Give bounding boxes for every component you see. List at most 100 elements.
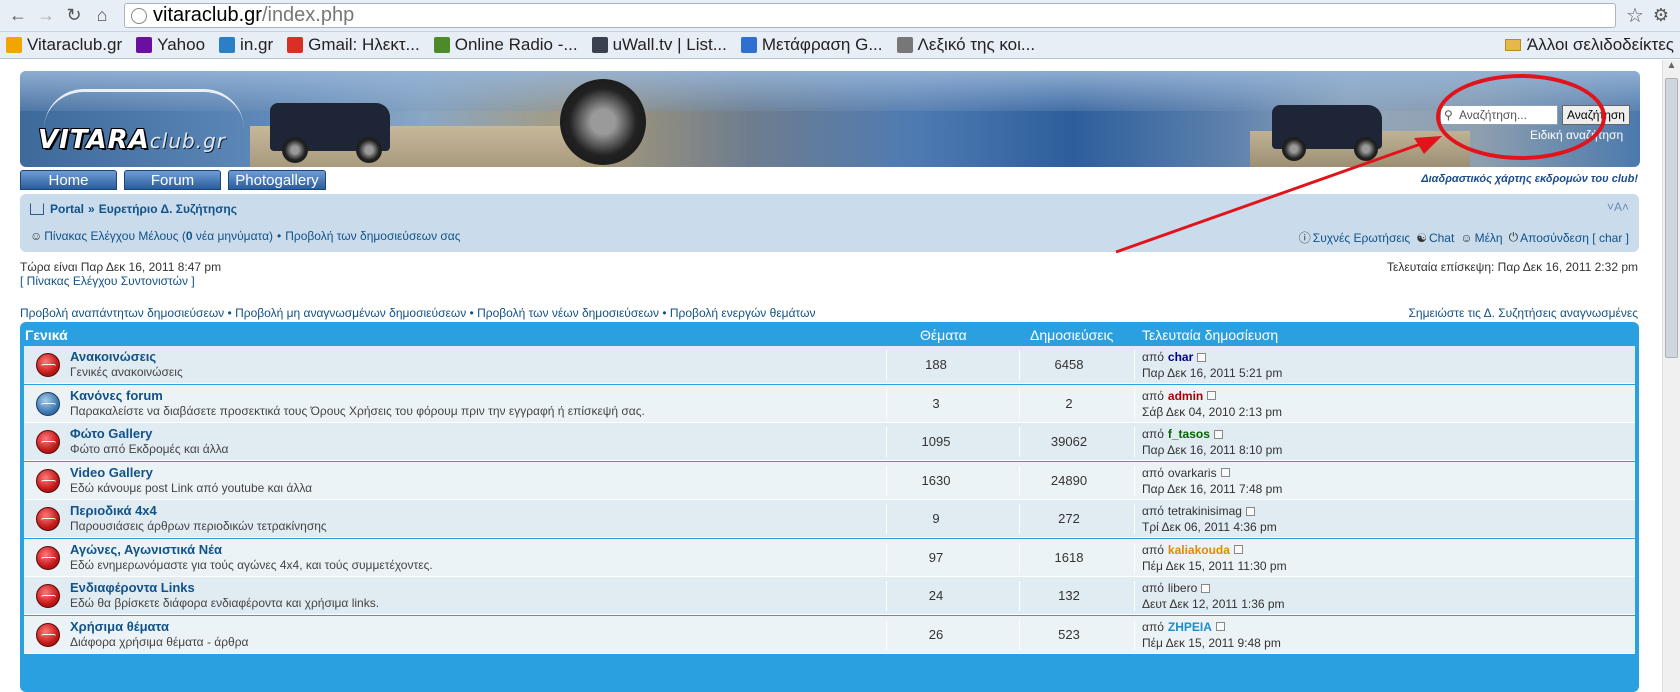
bookmark-item[interactable]: Vitaraclub.gr: [6, 35, 122, 55]
view-latest-post-icon[interactable]: [1201, 583, 1211, 593]
forum-description: Εδώ κάνουμε post Link από youtube και άλ…: [70, 480, 313, 495]
forum-description: Διάφορα χρήσιμα θέματα - άρθρα: [70, 634, 249, 649]
bookmark-label: Vitaraclub.gr: [27, 35, 123, 54]
ucp-suffix: νέα μηνύματα): [192, 229, 274, 243]
own-posts-link[interactable]: Προβολή των δημοσιεύσεων σας: [285, 229, 460, 243]
page-info-icon[interactable]: [131, 7, 147, 24]
bookmark-item[interactable]: Μετάφραση G...: [740, 35, 883, 55]
mark-read-link[interactable]: Σημειώστε τις Δ. Συζητήσεις αναγνωσμένες: [1409, 306, 1639, 320]
logout-link[interactable]: Αποσύνδεση [ char ]: [1520, 231, 1629, 245]
last-post-by: από ovarkaris: [1142, 466, 1230, 480]
yahoo-icon: [136, 37, 153, 53]
last-post-user-link[interactable]: kaliakouda: [1168, 543, 1230, 557]
forum-title-link[interactable]: Χρήσιμα θέματα: [70, 619, 169, 634]
view-latest-post-icon[interactable]: [1233, 545, 1243, 554]
banner-offroad-wheel: [560, 79, 646, 165]
forum-title-link[interactable]: Ενδιαφέροντα Links: [70, 580, 195, 595]
forum-title-link[interactable]: Video Gallery: [70, 465, 153, 480]
last-post-user-link[interactable]: admin: [1168, 389, 1203, 403]
forum-title-link[interactable]: Κανόνες forum: [70, 388, 163, 403]
view-latest-post-icon[interactable]: [1207, 391, 1217, 400]
topics-count: 1630: [921, 472, 951, 488]
bookmark-item[interactable]: in.gr: [219, 35, 273, 55]
active-topics-link[interactable]: Προβολή ενεργών θεμάτων: [670, 306, 816, 320]
scroll-up-icon[interactable]: ▲: [1663, 60, 1680, 76]
mcp-link[interactable]: [ Πίνακας Ελέγχου Συντονιστών ]: [20, 274, 221, 288]
bookmark-item[interactable]: Yahoo: [136, 35, 205, 55]
forum-description: Εδώ θα βρίσκετε διάφορα ενδιαφέροντα και…: [70, 596, 380, 610]
forum-description: Γενικές ανακοινώσεις: [70, 365, 183, 379]
forum-title-link[interactable]: Ανακοινώσεις: [70, 349, 156, 364]
vertical-scrollbar[interactable]: ▲: [1662, 60, 1680, 692]
members-link[interactable]: Μέλη: [1475, 231, 1503, 245]
unread-link[interactable]: Προβολή μη αναγνωσμένων δημοσιεύσεων: [235, 306, 466, 320]
bookmark-label: Online Radio -...: [454, 35, 578, 54]
bookmark-item[interactable]: uWall.tv | List...: [591, 35, 727, 55]
last-post-user-link[interactable]: f_tasos: [1168, 427, 1210, 441]
column-divider: [1134, 504, 1135, 534]
address-bar[interactable]: vitaraclub.gr/index.php: [124, 3, 1616, 28]
forum-title-link[interactable]: Περιοδικά 4x4: [70, 503, 157, 518]
other-bookmarks[interactable]: Άλλοι σελιδοδείκτες: [1504, 35, 1674, 55]
column-divider: [1134, 388, 1135, 419]
last-visit: Τελευταία επίσκεψη: Παρ Δεκ 16, 2011 2:3…: [1387, 260, 1638, 274]
banner-wheel: [356, 137, 382, 163]
crumb-index[interactable]: Ευρετήριο Δ. Συζήτησης: [99, 202, 237, 216]
last-post-user-link[interactable]: ovarkaris: [1168, 466, 1217, 480]
map-link[interactable]: Διαδραστικός χάρτης εκδρομών του club!: [1421, 173, 1638, 185]
by-label: από: [1142, 542, 1164, 557]
wrench-menu-icon[interactable]: ⚙: [1648, 5, 1674, 26]
tab-home[interactable]: Home: [20, 170, 117, 190]
ucp-link[interactable]: Πίνακας Ελέγχου Μέλους (0 νέα μηνύματα): [44, 229, 273, 243]
last-post-user-link[interactable]: ΖΗΡΕΙΑ: [1168, 620, 1212, 634]
last-post-by: από tetrakinisimag: [1142, 504, 1255, 518]
by-label: από: [1142, 350, 1164, 364]
forward-icon[interactable]: →: [34, 4, 58, 28]
tab-forum[interactable]: Forum: [124, 170, 221, 190]
forum-title-link[interactable]: Φώτο Gallery: [70, 426, 152, 441]
current-time: Τώρα είναι Παρ Δεκ 16, 2011 8:47 pm: [20, 260, 222, 274]
column-divider: [1134, 581, 1135, 611]
bookmark-label: uWall.tv | List...: [612, 35, 727, 54]
view-latest-post-icon[interactable]: [1245, 506, 1255, 516]
font-size-control[interactable]: ˅A˄: [1607, 200, 1629, 214]
view-latest-post-icon[interactable]: [1220, 468, 1230, 477]
reload-icon[interactable]: ↻: [62, 4, 86, 28]
last-post-user-link[interactable]: libero: [1168, 581, 1197, 595]
bookmark-star-icon[interactable]: ☆: [1622, 3, 1648, 28]
user-links: ☺ Πίνακας Ελέγχου Μέλους (0 νέα μηνύματα…: [30, 229, 461, 243]
last-post-user-link[interactable]: char: [1168, 350, 1193, 364]
view-latest-post-icon[interactable]: [1213, 429, 1223, 439]
view-latest-post-icon[interactable]: [1197, 352, 1207, 362]
site-logo[interactable]: VITARAclub.gr: [38, 85, 258, 155]
back-icon[interactable]: ←: [6, 4, 30, 28]
ucp-count: 0: [185, 229, 193, 243]
forum-status-icon: [36, 391, 60, 416]
crumb-portal[interactable]: Portal: [50, 202, 84, 216]
col-topics: Θέματα: [920, 327, 967, 343]
unanswered-link[interactable]: Προβολή αναπάντητων δημοσιεύσεων: [20, 306, 224, 320]
column-divider: [1134, 427, 1135, 457]
bookmark-item[interactable]: Online Radio -...: [433, 35, 578, 55]
by-label: από: [1142, 619, 1164, 634]
forum-row: Ενδιαφέροντα Links Εδώ θα βρίσκετε διάφορ…: [24, 577, 1635, 615]
topics-count: 9: [932, 511, 940, 526]
bookmark-item[interactable]: Gmail: Ηλεκτ...: [287, 35, 420, 55]
home-icon[interactable]: ⌂: [90, 4, 114, 28]
new-posts-link[interactable]: Προβολή των νέων δημοσιεύσεων: [477, 306, 659, 320]
bookmark-item[interactable]: Λεξικό της κοι...: [896, 35, 1035, 55]
view-latest-post-icon[interactable]: [1215, 622, 1225, 631]
forum-status-icon: [36, 584, 60, 608]
scroll-thumb[interactable]: [1665, 78, 1678, 358]
category-title[interactable]: Γενικά: [25, 327, 68, 343]
faq-link[interactable]: Συχνές Ερωτήσεις: [1313, 231, 1410, 245]
topics-count: 1095: [921, 434, 951, 449]
forum-title-link[interactable]: Αγώνες, Αγωνιστικά Νέα: [70, 542, 222, 557]
last-post-user-link[interactable]: tetrakinisimag: [1168, 504, 1242, 518]
banner-wheel: [1354, 137, 1378, 161]
column-divider: [1134, 542, 1135, 573]
bookmark-label: Gmail: Ηλεκτ...: [308, 35, 420, 54]
tab-photogallery[interactable]: Photogallery: [228, 170, 326, 190]
annotation-ellipse: [1436, 74, 1606, 160]
chat-link[interactable]: Chat: [1429, 231, 1454, 245]
